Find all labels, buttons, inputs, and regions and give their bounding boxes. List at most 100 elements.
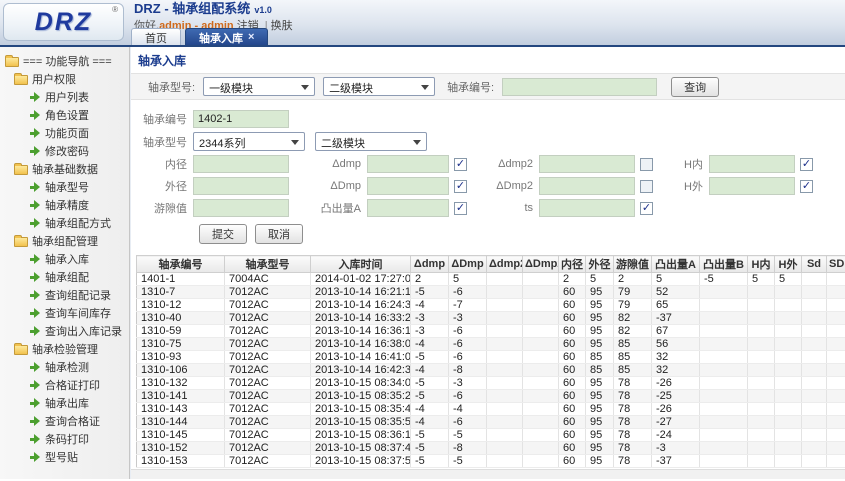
sidebar-group[interactable]: 用户权限 (14, 70, 129, 88)
table-row[interactable]: 1310-1527012AC2013-10-15 08:37:47-5-8609… (137, 442, 845, 455)
tab-close-icon[interactable]: × (248, 32, 254, 43)
table-cell: 78 (614, 442, 652, 455)
sidebar-group[interactable]: 轴承检验管理 (14, 340, 129, 358)
form-field-input[interactable] (193, 155, 289, 173)
form-field-input[interactable] (367, 155, 449, 173)
drz-logo[interactable]: DRZ ® (3, 3, 124, 41)
table-cell: 2 (411, 273, 449, 286)
table-row[interactable]: 1401-17004AC2014-01-02 17:27:03252525-55… (137, 273, 845, 286)
app-title-line: DRZ - 轴承组配系统 v1.0 (134, 2, 272, 17)
form-field-checkbox[interactable]: ✓ (800, 158, 813, 171)
sidebar-item[interactable]: 用户列表 (30, 88, 129, 106)
table-row[interactable]: 1310-937012AC2013-10-14 16:41:01-5-66085… (137, 351, 845, 364)
form-serial-input[interactable] (193, 110, 289, 128)
form-field-input[interactable] (709, 155, 795, 173)
sidebar-item[interactable]: 查询出入库记录 (30, 322, 129, 340)
sidebar-item[interactable]: 轴承出库 (30, 394, 129, 412)
series-select[interactable]: 2344系列 (193, 132, 305, 151)
table-row[interactable]: 1310-757012AC2013-10-14 16:38:07-4-66095… (137, 338, 845, 351)
form-level2-select[interactable]: 二级模块 (315, 132, 427, 151)
table-cell (523, 351, 559, 364)
sidebar-item[interactable]: 型号贴 (30, 448, 129, 466)
level2-module-select[interactable]: 二级模块 (323, 77, 435, 96)
app-title: DRZ - 轴承组配系统 (134, 1, 250, 16)
tab-bearing-inbound[interactable]: 轴承入库 × (185, 28, 268, 45)
sidebar-item[interactable]: 查询车间库存 (30, 304, 129, 322)
form-field-checkbox[interactable]: ✓ (454, 180, 467, 193)
form-field-input[interactable] (539, 177, 635, 195)
search-serial-input[interactable] (502, 78, 657, 96)
arrow-icon (30, 182, 41, 192)
level1-module-select[interactable]: 一级模块 (203, 77, 315, 96)
form-field-input[interactable] (367, 177, 449, 195)
table-row[interactable]: 1310-1067012AC2013-10-14 16:42:34-4-8608… (137, 364, 845, 377)
arrow-icon (30, 416, 41, 426)
table-row[interactable]: 1310-1537012AC2013-10-15 08:37:56-5-5609… (137, 455, 845, 468)
query-button[interactable]: 查询 (671, 77, 719, 97)
sidebar-item[interactable]: 条码打印 (30, 430, 129, 448)
table-cell: -6 (449, 286, 487, 299)
form-field-checkbox[interactable]: ✓ (640, 180, 653, 193)
form-field-label: 内径 (131, 156, 193, 172)
form-field-checkbox[interactable]: ✓ (640, 158, 653, 171)
table-cell (775, 403, 802, 416)
sidebar-item[interactable]: 功能页面 (30, 124, 129, 142)
table-cell: 7012AC (225, 312, 311, 325)
sidebar-group[interactable]: 轴承基础数据 (14, 160, 129, 178)
table-cell: 7012AC (225, 325, 311, 338)
table-cell: 1310-144 (137, 416, 225, 429)
form-field-input[interactable] (367, 199, 449, 217)
form-field-checkbox[interactable]: ✓ (640, 202, 653, 215)
table-row[interactable]: 1310-597012AC2013-10-14 16:36:16-3-66095… (137, 325, 845, 338)
submit-button[interactable]: 提交 (199, 224, 247, 244)
arrow-icon (30, 218, 41, 228)
table-cell: -6 (449, 390, 487, 403)
table-row[interactable]: 1310-407012AC2013-10-14 16:33:26-3-36095… (137, 312, 845, 325)
level2-module-value: 二级模块 (329, 83, 373, 95)
sidebar-item[interactable]: 角色设置 (30, 106, 129, 124)
form-field-checkbox[interactable]: ✓ (454, 202, 467, 215)
form-field-checkbox[interactable]: ✓ (454, 158, 467, 171)
form-field-label: Δdmp (289, 158, 367, 170)
table-row[interactable]: 1310-1437012AC2013-10-15 08:35:48-4-4609… (137, 403, 845, 416)
sidebar-item[interactable]: 轴承入库 (30, 250, 129, 268)
table-row[interactable]: 1310-77012AC2013-10-14 16:21:14-5-660957… (137, 286, 845, 299)
table-cell (802, 377, 827, 390)
measure-cell: 凸出量A✓ (289, 199, 467, 217)
sidebar-root[interactable]: === 功能导航 === (5, 52, 129, 70)
sidebar-item[interactable]: 轴承组配 (30, 268, 129, 286)
sidebar-item[interactable]: 查询合格证 (30, 412, 129, 430)
table-row[interactable]: 1310-1457012AC2013-10-15 08:36:14-5-5609… (137, 429, 845, 442)
column-header: 外径 (586, 256, 614, 273)
arrow-icon (30, 92, 41, 102)
sidebar-item[interactable]: 查询组配记录 (30, 286, 129, 304)
sidebar-item[interactable]: 修改密码 (30, 142, 129, 160)
form-field-input[interactable] (193, 177, 289, 195)
sidebar-item[interactable]: 轴承组配方式 (30, 214, 129, 232)
tab-home[interactable]: 首页 (131, 28, 181, 45)
sidebar-item[interactable]: 轴承型号 (30, 178, 129, 196)
table-row[interactable]: 1310-1447012AC2013-10-15 08:35:56-4-6609… (137, 416, 845, 429)
sidebar-item[interactable]: 轴承精度 (30, 196, 129, 214)
table-cell (748, 338, 775, 351)
form-field-input[interactable] (539, 199, 635, 217)
form-level2-value: 二级模块 (321, 138, 365, 150)
table-row[interactable]: 1310-1327012AC2013-10-15 08:34:01-5-3609… (137, 377, 845, 390)
level1-module-value: 一级模块 (209, 83, 253, 95)
change-skin-link[interactable]: 换肤 (271, 20, 293, 32)
sidebar-item[interactable]: 合格证打印 (30, 376, 129, 394)
form-field-input[interactable] (539, 155, 635, 173)
app-version: v1.0 (254, 5, 272, 15)
form-field-input[interactable] (709, 177, 795, 195)
cancel-button[interactable]: 取消 (255, 224, 303, 244)
form-field-checkbox[interactable]: ✓ (800, 180, 813, 193)
table-cell: -6 (449, 416, 487, 429)
sidebar-group[interactable]: 轴承组配管理 (14, 232, 129, 250)
sidebar-item[interactable]: 轴承检测 (30, 358, 129, 376)
table-row[interactable]: 1310-127012AC2013-10-14 16:24:33-4-76095… (137, 299, 845, 312)
form-field-input[interactable] (193, 199, 289, 217)
table-cell: -37 (652, 455, 700, 468)
table-cell (827, 273, 845, 286)
table-row[interactable]: 1310-1417012AC2013-10-15 08:35:20-5-6609… (137, 390, 845, 403)
form-model-label: 轴承型号 (131, 134, 193, 150)
